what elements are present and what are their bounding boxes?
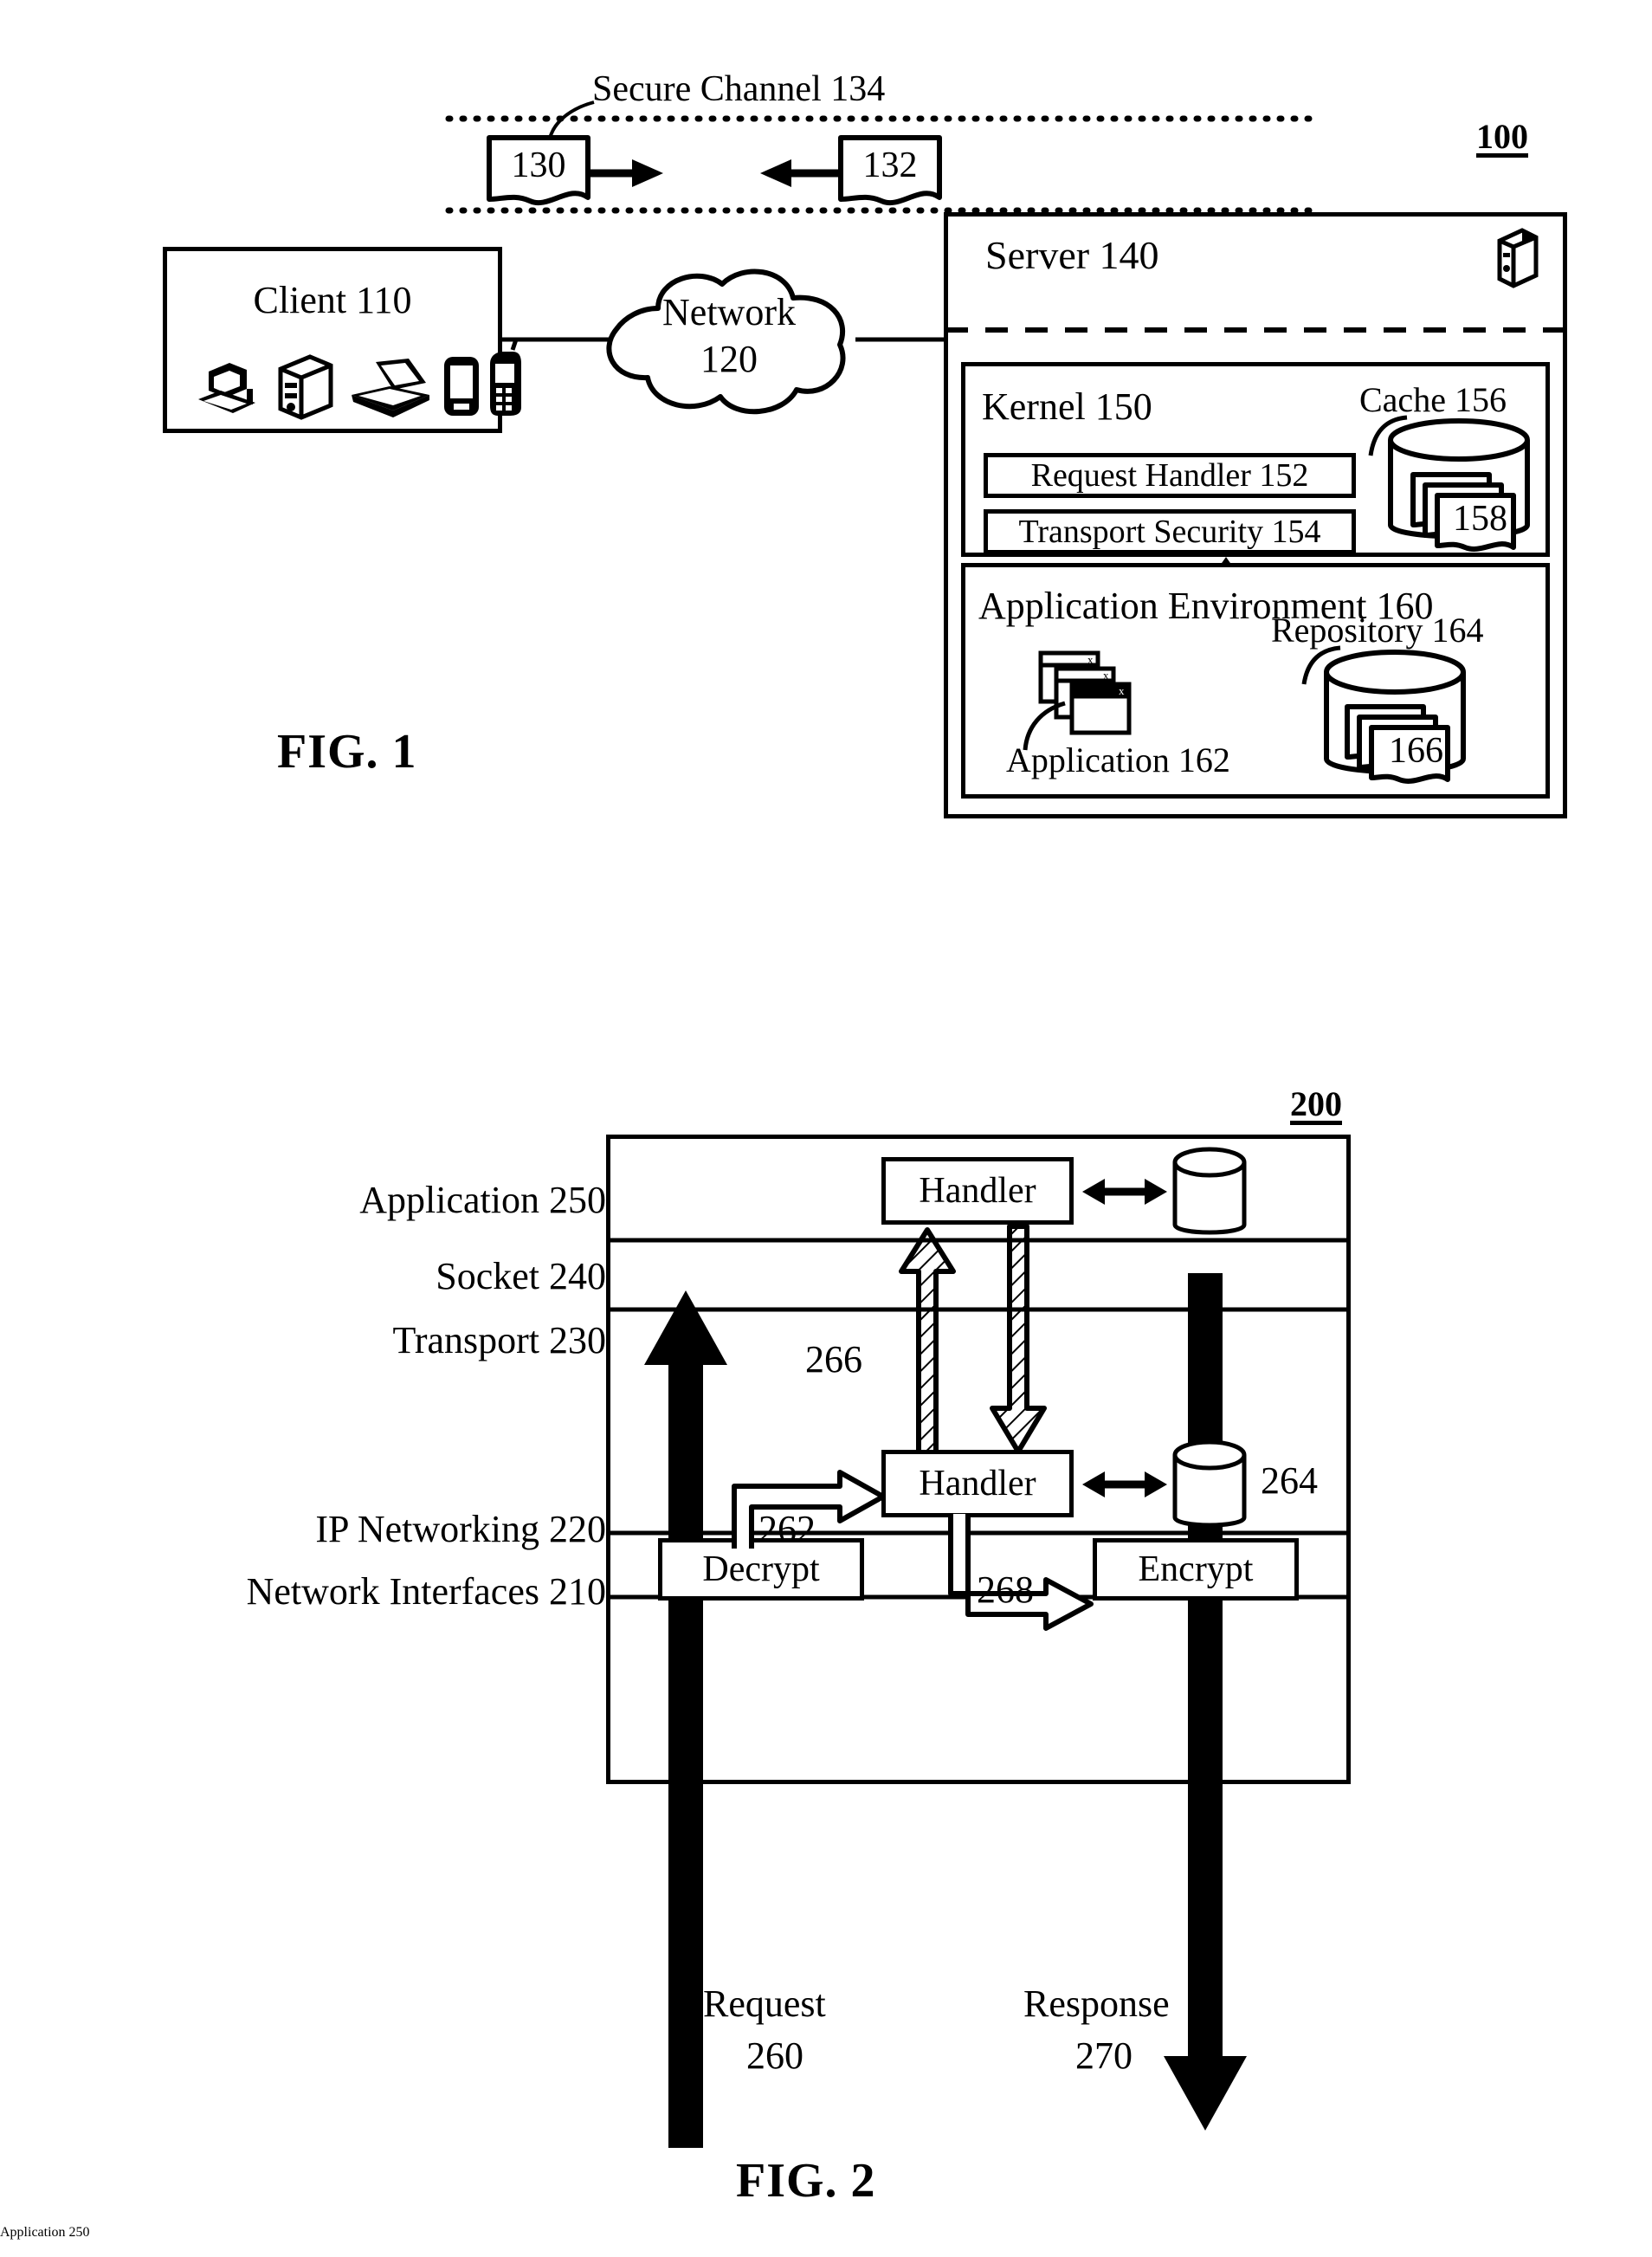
layer-label-ip-networking-220: IP Networking 220 — [315, 1508, 606, 1550]
server-tower-icon — [1497, 228, 1539, 288]
socket-upward-block-arrow — [899, 1227, 956, 1456]
network-label-line1: Network — [662, 291, 796, 333]
cache-documents-ref: 158 — [1453, 499, 1507, 539]
server-dashed-separator — [945, 327, 1565, 333]
figure-1-reference-number: 100 — [1476, 117, 1528, 156]
application-store-cylinder-icon — [1172, 1147, 1247, 1235]
socket-downward-block-arrow — [990, 1224, 1047, 1454]
transport-store-cylinder-icon — [1172, 1439, 1247, 1528]
mobile-phone-icon — [490, 339, 521, 416]
layer-label-transport-230: Transport 230 — [392, 1319, 606, 1361]
laptop-icon — [352, 359, 429, 417]
svg-text:x: x — [1087, 653, 1094, 666]
response-flow-arrow — [1164, 1273, 1247, 2131]
transport-handler-label: Handler — [919, 1464, 1036, 1504]
secure-channel-top-boundary — [445, 115, 1313, 122]
transport-store-ref-label: 264 — [1261, 1459, 1318, 1502]
figure-2: 200 Application 250 Application 250 Sock… — [0, 1022, 1652, 2257]
application-handler-store-double-arrow — [1082, 1179, 1167, 1205]
pda-icon — [444, 357, 479, 416]
arrow-262-label: 262 — [758, 1508, 816, 1550]
response-direction-arrow — [760, 159, 840, 187]
workstation-icon — [198, 363, 255, 413]
request-direction-arrow — [585, 159, 663, 187]
response-label-line1: Response — [1023, 1982, 1170, 2025]
network-label-line2: 120 — [700, 338, 758, 380]
figure-1: 100 Secure Channel 134 130 132 Client 11… — [0, 0, 1652, 866]
encrypt-box: Encrypt — [1093, 1538, 1299, 1601]
transport-security-label: Transport Security 154 — [1018, 514, 1321, 550]
transport-handler-box: Handler — [881, 1450, 1074, 1517]
document-132-label: 132 — [862, 146, 918, 185]
document-130-label: 130 — [511, 146, 566, 185]
layer-labels: Application 250 Socket 240 Transport 230… — [156, 1022, 606, 1801]
kernel-label: Kernel 150 — [982, 385, 1152, 428]
request-handler-label: Request Handler 152 — [1030, 457, 1309, 494]
application-handler-box: Handler — [881, 1157, 1074, 1225]
layer-label-application-250: Application 250 — [359, 1179, 606, 1221]
layer-label-network-interfaces-210: Network Interfaces 210 — [246, 1570, 606, 1613]
application-handler-label: Handler — [919, 1171, 1036, 1211]
figure-1-caption: FIG. 1 — [277, 725, 417, 779]
svg-text:x: x — [1103, 669, 1109, 682]
transport-security-box: Transport Security 154 — [984, 509, 1356, 554]
application-label: Application 162 — [1006, 740, 1230, 779]
network-to-server-link — [855, 337, 951, 342]
layer-label-application: Application 250 — [0, 2225, 90, 2240]
server-label: Server 140 — [985, 233, 1159, 277]
arrow-268-label: 268 — [977, 1568, 1034, 1611]
arrow-266-label: 266 — [805, 1338, 862, 1381]
request-label-line2: 260 — [746, 2034, 803, 2077]
figure-2-caption: FIG. 2 — [736, 2154, 876, 2208]
repository-documents-ref: 166 — [1389, 731, 1443, 771]
transport-handler-store-double-arrow — [1082, 1471, 1167, 1497]
request-label-line1: Request — [703, 1982, 826, 2025]
request-handler-box: Request Handler 152 — [984, 453, 1356, 498]
svg-text:x: x — [1119, 684, 1125, 697]
response-label-line2: 270 — [1075, 2034, 1133, 2077]
secure-channel-label: Secure Channel 134 — [592, 69, 886, 109]
client-label: Client 110 — [253, 279, 412, 321]
encrypt-label: Encrypt — [1138, 1549, 1254, 1589]
figure-2-reference-number: 200 — [1290, 1084, 1342, 1123]
cache-label: Cache 156 — [1359, 380, 1507, 419]
desktop-tower-icon — [278, 354, 333, 420]
repository-label: Repository 164 — [1271, 611, 1484, 650]
decrypt-label: Decrypt — [702, 1549, 820, 1589]
layer-label-socket-240: Socket 240 — [436, 1255, 606, 1297]
